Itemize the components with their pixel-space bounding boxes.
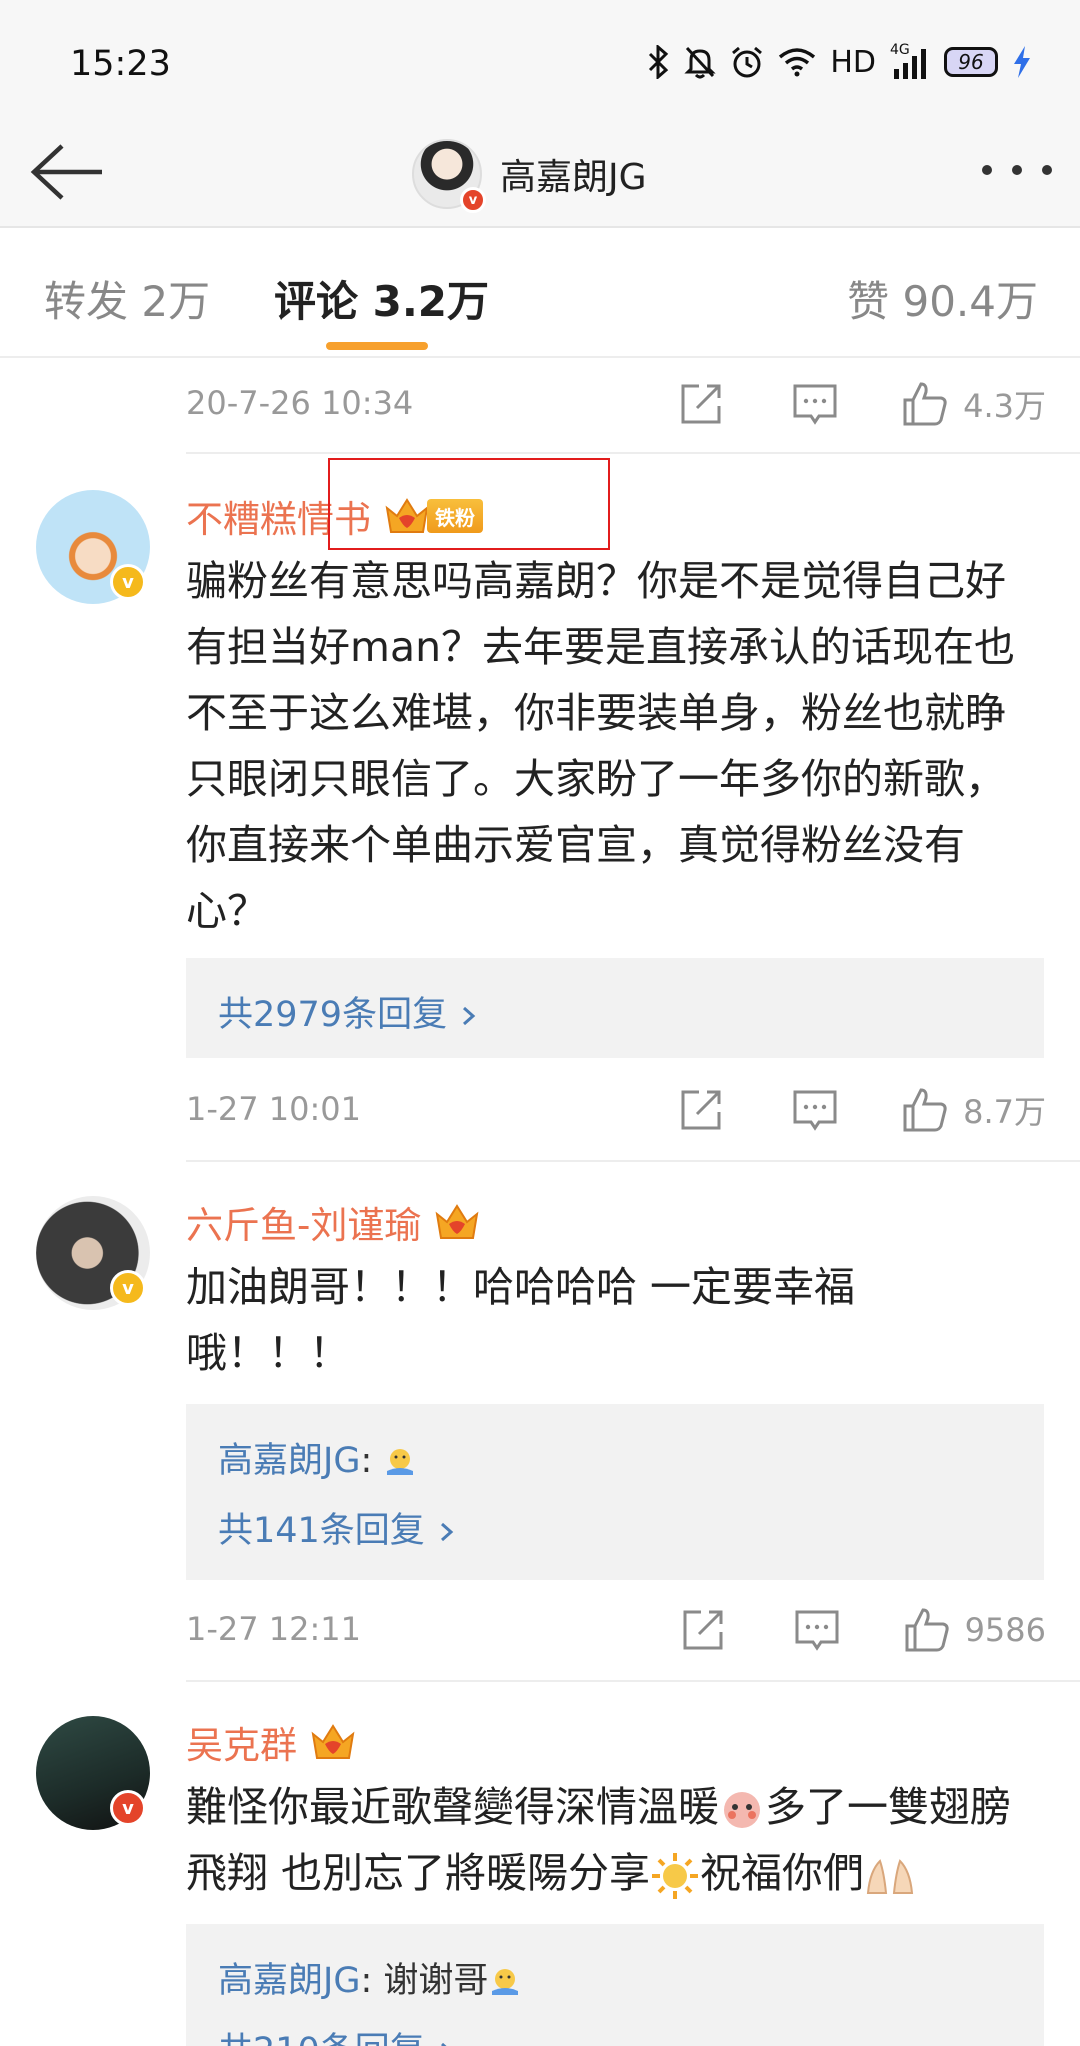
- verified-icon: v: [110, 1270, 146, 1306]
- shy-emoji-icon: [724, 1792, 760, 1828]
- comment-text: 骗粉丝有意思吗高嘉朗？你是不是觉得自己好有担当好man？去年要是直接承认的话现在…: [186, 557, 1016, 935]
- signal-icon: 4G: [890, 40, 930, 84]
- replies-count: 共210条回复: [218, 2031, 436, 2046]
- crown-icon: [309, 1720, 357, 1764]
- view-replies-link[interactable]: 共141条回复: [218, 1502, 458, 1553]
- avatar[interactable]: v: [412, 139, 486, 213]
- comment-header: 吴克群: [186, 1714, 357, 1770]
- tab-forward[interactable]: 转发 2万: [44, 268, 210, 329]
- comment-time: 1-27 12:11: [186, 1610, 362, 1648]
- comment-text-part: 祝福你們: [700, 1849, 865, 1897]
- replies-count: 共141条回复: [218, 1511, 436, 1551]
- reply-text: 谢谢哥: [383, 1961, 489, 2001]
- comment-time: 1-27 10:01: [186, 1090, 362, 1128]
- comment-text-part: 難怪你最近歌聲變得深情溫暖: [186, 1783, 719, 1831]
- username[interactable]: 六斤鱼-刘谨瑜: [186, 1195, 421, 1249]
- comment-text: 難怪你最近歌聲變得深情溫暖 多了一雙翅膀飛翔 也別忘了將暖陽分享 祝福你們: [186, 1774, 1046, 1906]
- verified-icon: v: [110, 564, 146, 600]
- reply-author[interactable]: 高嘉朗JG: [218, 1441, 360, 1481]
- hug-emoji-icon: [492, 1969, 519, 1995]
- reply-box[interactable]: 高嘉朗JG: 谢谢哥 共210条回复: [186, 1924, 1044, 2046]
- more-dots-icon[interactable]: [982, 152, 1052, 188]
- status-icons: HD 4G 96: [648, 40, 1032, 84]
- tab-active-indicator: [326, 342, 428, 350]
- comment-header: 六斤鱼-刘谨瑜: [186, 1194, 481, 1250]
- reply-preview[interactable]: 高嘉朗JG:: [218, 1432, 417, 1483]
- reply-separator: :: [360, 1961, 384, 2001]
- chevron-right-icon: [440, 2042, 447, 2046]
- battery-level: 96: [958, 50, 984, 74]
- verified-icon: v: [460, 187, 486, 213]
- crown-icon: [433, 1200, 481, 1244]
- reply-author[interactable]: 高嘉朗JG: [218, 1961, 360, 2001]
- tab-likes[interactable]: 赞 90.4万: [847, 268, 1038, 329]
- chevron-right-icon: [463, 1006, 476, 1026]
- status-bar: 15:23 HD 4G 96: [0, 0, 1080, 120]
- view-replies-link[interactable]: 共2979条回复: [218, 986, 480, 1037]
- page-title[interactable]: 高嘉朗JG: [500, 148, 647, 200]
- tab-bar: 转发 2万 评论 3.2万 赞 90.4万: [0, 228, 1080, 358]
- highlight-box: [328, 458, 610, 550]
- reply-preview[interactable]: 高嘉朗JG: 谢谢哥: [218, 1952, 522, 2003]
- tab-comments[interactable]: 评论 3.2万: [274, 268, 489, 329]
- mute-bell-icon: [684, 40, 716, 84]
- thumbs-up-icon: [901, 1086, 949, 1134]
- nav-bar: v 高嘉朗JG: [0, 120, 1080, 228]
- username[interactable]: 吴克群: [186, 1715, 297, 1769]
- comment-icon[interactable]: [791, 1086, 839, 1134]
- hug-emoji-icon: [387, 1449, 414, 1475]
- share-icon[interactable]: [677, 1086, 725, 1134]
- like-button[interactable]: 4.3万: [901, 380, 1046, 428]
- reply-box[interactable]: 共2979条回复: [186, 958, 1044, 1058]
- thumbs-up-icon: [903, 1606, 951, 1654]
- thumbs-up-icon: [901, 380, 949, 428]
- comment-meta-row: 1-27 10:01 8.7万: [186, 1080, 1046, 1140]
- reply-box[interactable]: 高嘉朗JG: 共141条回复: [186, 1404, 1044, 1580]
- sun-emoji-icon: [652, 1853, 699, 1899]
- divider: [186, 1160, 1080, 1162]
- comment-actions: 9586: [679, 1600, 1046, 1660]
- signal-label: 4G: [890, 42, 910, 58]
- network-label: HD: [830, 44, 876, 80]
- charging-icon: [1012, 40, 1032, 84]
- comment-meta-row: 1-27 12:11 9586: [186, 1600, 1046, 1660]
- battery-icon: 96: [944, 47, 998, 77]
- nav-profile[interactable]: v 高嘉朗JG: [412, 126, 647, 222]
- post-actions: 4.3万: [677, 374, 1046, 434]
- replies-count: 共2979条回复: [218, 995, 459, 1035]
- share-icon[interactable]: [679, 1606, 727, 1654]
- divider: [186, 452, 1080, 454]
- post-meta-row: 20-7-26 10:34 4.3万: [186, 374, 1046, 434]
- view-replies-link[interactable]: 共210条回复: [218, 2022, 458, 2046]
- reply-separator: :: [360, 1441, 384, 1481]
- wifi-icon: [778, 40, 816, 84]
- like-button[interactable]: 8.7万: [901, 1086, 1046, 1134]
- like-count: 4.3万: [963, 387, 1046, 425]
- status-time: 15:23: [70, 44, 171, 84]
- comment-icon[interactable]: [793, 1606, 841, 1654]
- bluetooth-icon: [648, 40, 670, 84]
- comment-text: 加油朗哥！！！哈哈哈哈 一定要幸福哦！！！: [186, 1263, 856, 1377]
- share-icon[interactable]: [677, 380, 725, 428]
- like-button[interactable]: 9586: [903, 1606, 1046, 1654]
- like-count: 8.7万: [963, 1093, 1046, 1131]
- chevron-right-icon: [440, 1522, 454, 1542]
- like-count: 9586: [964, 1611, 1046, 1649]
- praying-hands-emoji-icon: [866, 1859, 914, 1894]
- post-time: 20-7-26 10:34: [186, 384, 414, 422]
- divider: [186, 1680, 1080, 1682]
- alarm-icon: [730, 40, 764, 84]
- comment-icon[interactable]: [791, 380, 839, 428]
- comment-actions: 8.7万: [677, 1080, 1046, 1140]
- verified-icon: v: [110, 1790, 146, 1826]
- back-arrow-icon[interactable]: [28, 130, 104, 210]
